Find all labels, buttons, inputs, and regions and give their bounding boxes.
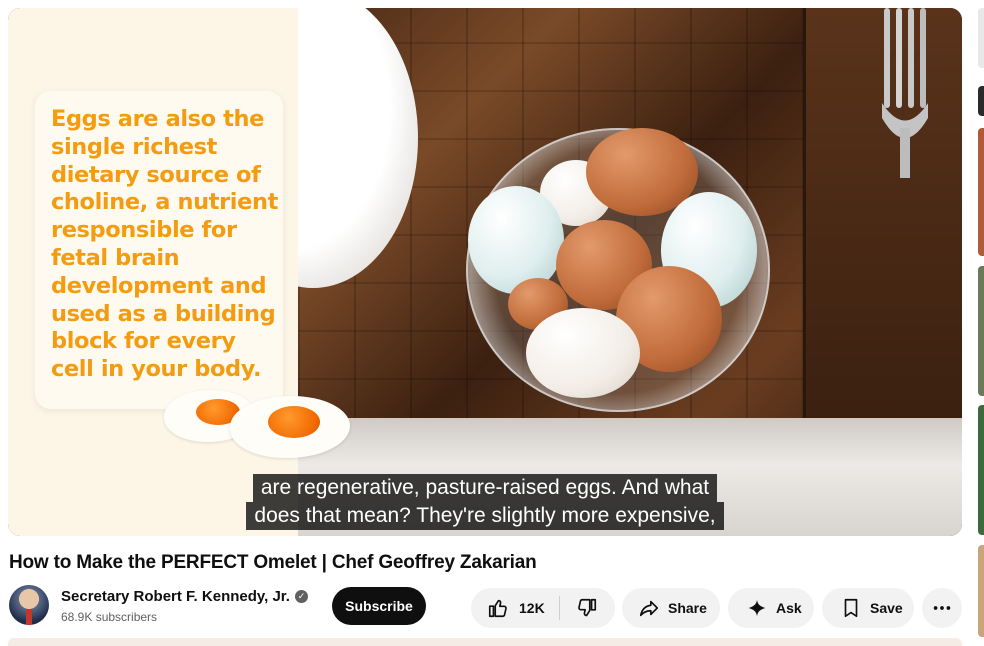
video-title: How to Make the PERFECT Omelet | Chef Ge…	[9, 552, 537, 573]
subscriber-count: 68.9K subscribers	[61, 610, 158, 624]
thumbs-down-icon	[576, 597, 598, 619]
more-horizontal-icon	[931, 597, 953, 619]
sidebar-thumbnail[interactable]	[978, 8, 984, 68]
caption-line-2: does that mean? They're slightly more ex…	[246, 502, 724, 530]
like-dislike-group: 12K	[471, 588, 615, 628]
fact-text: Eggs are also the single richest dietary…	[51, 106, 278, 383]
info-panel: Eggs are also the single richest dietary…	[8, 8, 350, 536]
fork-image	[882, 8, 928, 178]
sidebar-thumbnail[interactable]	[978, 545, 984, 637]
like-count: 12K	[519, 600, 545, 616]
video-player[interactable]: Eggs are also the single richest dietary…	[8, 8, 962, 536]
save-label: Save	[870, 600, 903, 616]
share-label: Share	[668, 600, 707, 616]
like-button[interactable]: 12K	[471, 588, 559, 628]
closed-captions: are regenerative, pasture-raised eggs. A…	[8, 474, 962, 530]
share-button[interactable]: Share	[622, 588, 720, 628]
channel-name[interactable]: Secretary Robert F. Kennedy, Jr.	[61, 588, 290, 605]
save-button[interactable]: Save	[822, 588, 914, 628]
subscribe-button[interactable]: Subscribe	[332, 587, 426, 625]
egg	[526, 308, 640, 398]
ask-button[interactable]: Ask	[728, 588, 814, 628]
channel-avatar[interactable]	[9, 585, 49, 625]
egg	[468, 186, 564, 294]
caption-line-1: are regenerative, pasture-raised eggs. A…	[252, 474, 718, 502]
share-arrow-icon	[638, 597, 660, 619]
dislike-button[interactable]	[560, 588, 615, 628]
sidebar-thumbnail[interactable]	[978, 86, 984, 116]
ask-label: Ask	[776, 600, 802, 616]
more-actions-button[interactable]	[922, 588, 962, 628]
sidebar-thumbnail[interactable]	[978, 405, 984, 535]
sidebar-thumbnail[interactable]	[978, 266, 984, 396]
bookmark-icon	[840, 597, 862, 619]
verified-check-icon: ✓	[295, 590, 308, 603]
sparkle-icon	[746, 597, 768, 619]
yolk	[268, 406, 320, 438]
sidebar-thumbnail[interactable]	[978, 128, 984, 256]
thumbs-up-icon	[487, 597, 509, 619]
description-box-edge[interactable]	[8, 638, 962, 646]
avatar-tie	[26, 609, 32, 625]
